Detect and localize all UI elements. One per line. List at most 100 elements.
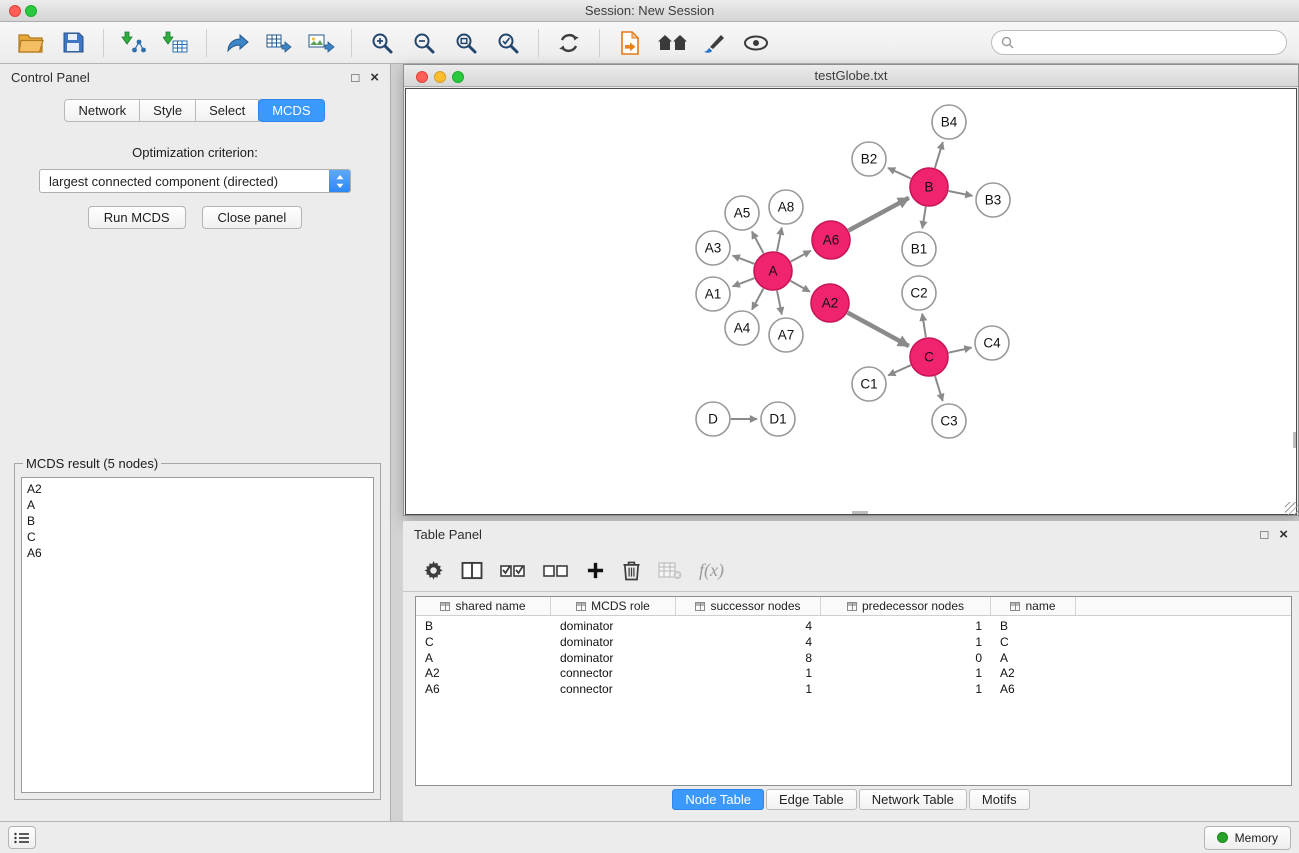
network-node-C[interactable]: C <box>910 338 948 376</box>
network-close-icon[interactable] <box>416 71 428 83</box>
export-table-button[interactable] <box>262 27 296 59</box>
network-node-C3[interactable]: C3 <box>932 404 966 438</box>
network-edge-A-A3[interactable] <box>733 256 755 264</box>
table-float-icon[interactable]: □ <box>1260 528 1268 541</box>
zoom-out-button[interactable] <box>407 27 441 59</box>
select-all-button[interactable] <box>500 562 526 580</box>
table-cell[interactable]: C <box>416 635 551 651</box>
network-edge-A-A1[interactable] <box>733 278 755 286</box>
table-cell[interactable]: 1 <box>676 666 821 682</box>
column-header-successor-nodes[interactable]: successor nodes <box>676 597 821 615</box>
table-cell[interactable]: 1 <box>821 635 991 651</box>
network-zoom-icon[interactable] <box>452 71 464 83</box>
close-panel-button[interactable]: Close panel <box>202 206 303 229</box>
network-edge-A6-B[interactable] <box>849 198 909 231</box>
network-node-C2[interactable]: C2 <box>902 276 936 310</box>
table-cell[interactable]: 4 <box>676 619 821 635</box>
table-cell[interactable]: A6 <box>416 682 551 698</box>
tab-network-table[interactable]: Network Table <box>859 789 967 810</box>
table-row[interactable]: A6connector11A6 <box>416 682 1291 698</box>
table-cell[interactable]: A <box>416 651 551 667</box>
network-window-controls[interactable] <box>416 71 464 83</box>
open-button[interactable] <box>14 27 48 59</box>
table-cell[interactable]: 4 <box>676 635 821 651</box>
network-node-A[interactable]: A <box>754 252 792 290</box>
tab-node-table[interactable]: Node Table <box>672 789 764 810</box>
home-view-button[interactable] <box>655 27 689 59</box>
save-button[interactable] <box>56 27 90 59</box>
network-edge-A-A6[interactable] <box>791 251 811 262</box>
table-cell[interactable]: B <box>991 619 1076 635</box>
network-node-D1[interactable]: D1 <box>761 402 795 436</box>
fx-function-button[interactable]: f(x) <box>699 560 724 581</box>
delete-table-button[interactable] <box>658 562 682 580</box>
table-cell[interactable]: dominator <box>551 619 676 635</box>
table-cell[interactable]: 1 <box>676 682 821 698</box>
network-canvas[interactable]: B4B2BB3A5A8A6A3B1AC2A1A2A4A7C4CC1DD1C3 <box>405 88 1297 515</box>
table-row[interactable]: A2connector11A2 <box>416 666 1291 682</box>
network-node-B2[interactable]: B2 <box>852 142 886 176</box>
tab-select[interactable]: Select <box>195 99 259 122</box>
search-box[interactable] <box>991 30 1287 55</box>
network-edge-C-C2[interactable] <box>922 314 926 338</box>
column-header-shared-name[interactable]: shared name <box>416 597 551 615</box>
tab-edge-table[interactable]: Edge Table <box>766 789 857 810</box>
column-header-predecessor-nodes[interactable]: predecessor nodes <box>821 597 991 615</box>
result-item[interactable]: B <box>27 513 368 529</box>
zoom-fit-button[interactable] <box>449 27 483 59</box>
network-node-C4[interactable]: C4 <box>975 326 1009 360</box>
network-node-A7[interactable]: A7 <box>769 318 803 352</box>
table-cell[interactable]: C <box>991 635 1076 651</box>
network-edge-C-C1[interactable] <box>888 365 911 375</box>
network-edge-B-B1[interactable] <box>922 207 926 229</box>
app-window-controls[interactable] <box>9 5 37 17</box>
network-edge-C-C3[interactable] <box>935 376 943 401</box>
close-window-icon[interactable] <box>9 5 21 17</box>
network-edge-B-B2[interactable] <box>888 168 911 179</box>
run-mcds-button[interactable]: Run MCDS <box>88 206 186 229</box>
network-minimize-icon[interactable] <box>434 71 446 83</box>
network-node-B[interactable]: B <box>910 168 948 206</box>
network-edge-A-A4[interactable] <box>752 289 763 310</box>
network-edge-A-A5[interactable] <box>752 232 764 254</box>
import-table-button[interactable] <box>159 27 193 59</box>
network-edge-A-A2[interactable] <box>790 281 810 292</box>
network-edge-B-B4[interactable] <box>935 142 943 168</box>
network-node-C1[interactable]: C1 <box>852 367 886 401</box>
task-history-button[interactable] <box>8 826 36 849</box>
network-node-B4[interactable]: B4 <box>932 105 966 139</box>
network-node-A6[interactable]: A6 <box>812 221 850 259</box>
table-cell[interactable]: 1 <box>821 666 991 682</box>
network-edge-C-C4[interactable] <box>949 348 972 353</box>
mcds-result-list[interactable]: A2ABCA6 <box>21 477 374 793</box>
memory-button[interactable]: Memory <box>1204 826 1291 850</box>
network-window-titlebar[interactable]: testGlobe.txt <box>404 65 1298 87</box>
resize-grip-icon[interactable] <box>1285 502 1298 515</box>
float-panel-icon[interactable]: □ <box>351 71 359 84</box>
network-node-D[interactable]: D <box>696 402 730 436</box>
network-edge-A-A7[interactable] <box>777 291 782 315</box>
table-row[interactable]: Cdominator41C <box>416 635 1291 651</box>
table-cell[interactable]: A2 <box>991 666 1076 682</box>
table-row[interactable]: Bdominator41B <box>416 619 1291 635</box>
import-network-button[interactable] <box>117 27 151 59</box>
table-cell[interactable]: 0 <box>821 651 991 667</box>
table-close-icon[interactable]: × <box>1279 527 1288 542</box>
table-cell[interactable]: dominator <box>551 635 676 651</box>
export-network-button[interactable] <box>220 27 254 59</box>
table-cell[interactable]: 1 <box>821 619 991 635</box>
table-cell[interactable]: A2 <box>416 666 551 682</box>
criterion-dropdown[interactable]: largest connected component (directed) <box>39 169 351 193</box>
table-cell[interactable]: connector <box>551 666 676 682</box>
network-edge-B-B3[interactable] <box>949 191 973 196</box>
table-cell[interactable]: B <box>416 619 551 635</box>
export-image-button[interactable] <box>304 27 338 59</box>
zoom-in-button[interactable] <box>365 27 399 59</box>
tab-style[interactable]: Style <box>139 99 196 122</box>
table-row[interactable]: Adominator80A <box>416 651 1291 667</box>
result-item[interactable]: A2 <box>27 481 368 497</box>
tab-motifs[interactable]: Motifs <box>969 789 1030 810</box>
toggle-visibility-button[interactable] <box>739 27 773 59</box>
network-node-A4[interactable]: A4 <box>725 311 759 345</box>
network-node-A8[interactable]: A8 <box>769 190 803 224</box>
